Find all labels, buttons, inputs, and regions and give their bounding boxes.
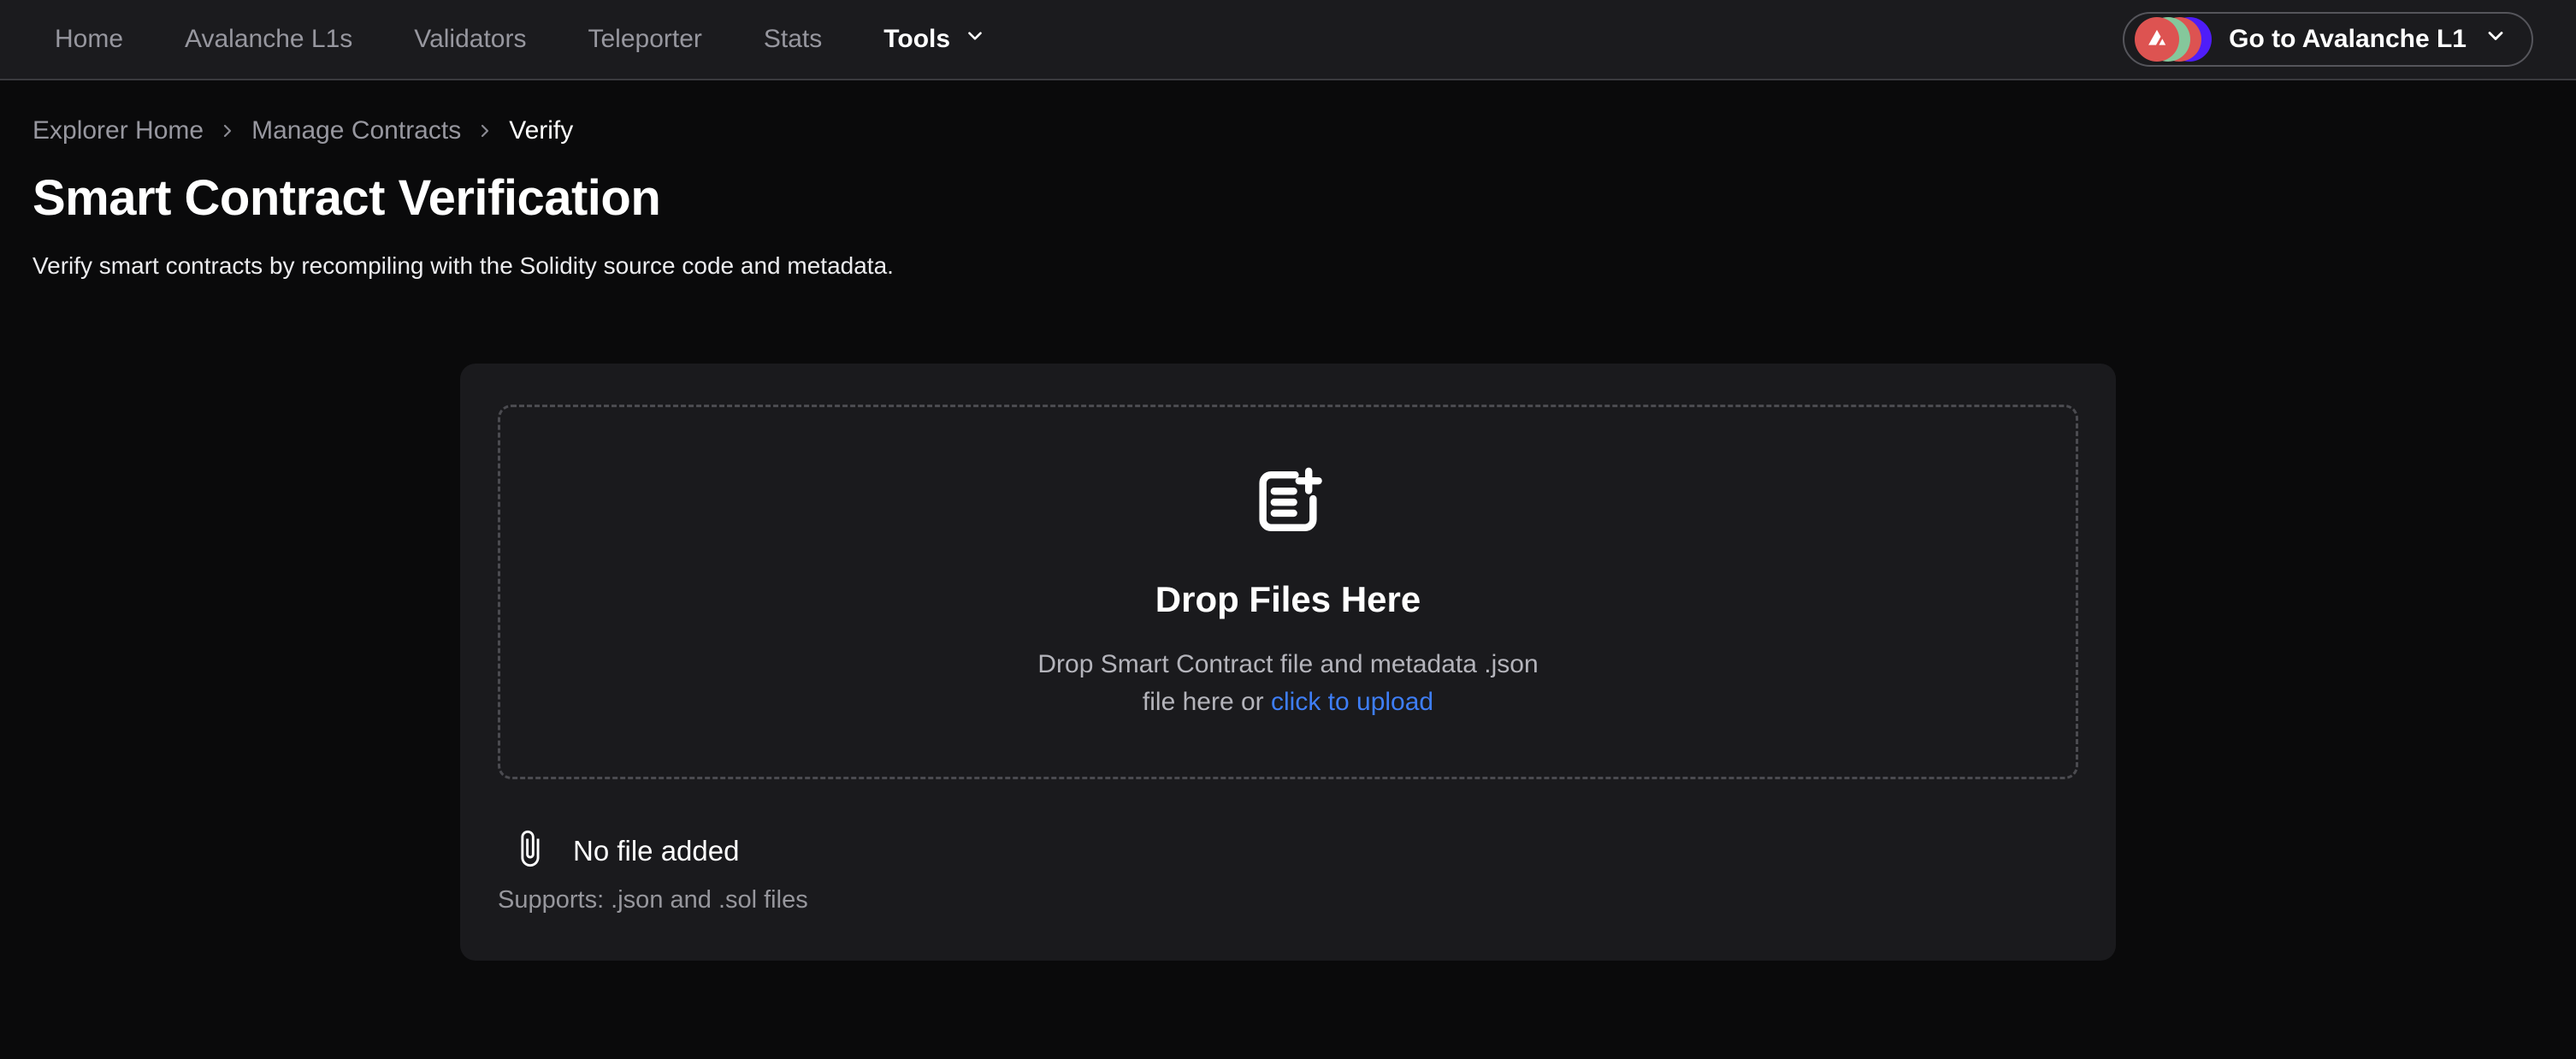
upload-card: Drop Files Here Drop Smart Contract file…: [460, 364, 2116, 961]
nav-item-home[interactable]: Home: [55, 25, 123, 54]
breadcrumb-verify: Verify: [509, 116, 573, 145]
go-to-avalanche-l1-button[interactable]: Go to Avalanche L1: [2123, 12, 2533, 67]
breadcrumb: Explorer Home Manage Contracts Verify: [32, 116, 2576, 145]
nav-item-teleporter[interactable]: Teleporter: [588, 25, 701, 54]
breadcrumb-explorer-home[interactable]: Explorer Home: [32, 116, 204, 145]
file-status-label: No file added: [573, 835, 739, 867]
dropzone-desc-line2: file here or: [1143, 688, 1271, 716]
supported-formats-text: Supports: .json and .sol files: [498, 886, 2078, 914]
chevron-down-icon: [2484, 24, 2508, 55]
chevron-right-icon: [217, 121, 238, 141]
dropzone-heading: Drop Files Here: [1155, 579, 1421, 620]
nav-links: Home Avalanche L1s Validators Teleporter…: [55, 25, 986, 54]
file-plus-icon: [1250, 464, 1326, 543]
chevron-down-icon: [964, 25, 986, 54]
nav-item-avalanche-l1s[interactable]: Avalanche L1s: [185, 25, 352, 54]
chevron-right-icon: [475, 121, 495, 141]
file-dropzone[interactable]: Drop Files Here Drop Smart Contract file…: [498, 405, 2078, 779]
nav-item-stats[interactable]: Stats: [764, 25, 822, 54]
avalanche-logo-icon: [2135, 17, 2179, 62]
avalanche-logo-stack: [2135, 17, 2212, 62]
page-subtitle: Verify smart contracts by recompiling wi…: [32, 252, 2576, 280]
paperclip-icon: [510, 829, 549, 873]
dropzone-desc-line1: Drop Smart Contract file and metadata .j…: [1037, 650, 1538, 678]
page-title: Smart Contract Verification: [32, 169, 2576, 227]
main-content: Explorer Home Manage Contracts Verify Sm…: [0, 116, 2576, 961]
click-to-upload-link[interactable]: click to upload: [1271, 688, 1433, 716]
dropzone-description: Drop Smart Contract file and metadata .j…: [1037, 646, 1538, 721]
go-button-label: Go to Avalanche L1: [2229, 25, 2467, 54]
file-status-row: No file added: [510, 829, 2078, 873]
nav-item-validators[interactable]: Validators: [414, 25, 526, 54]
nav-item-tools[interactable]: Tools: [883, 25, 986, 54]
breadcrumb-manage-contracts[interactable]: Manage Contracts: [251, 116, 461, 145]
top-nav: Home Avalanche L1s Validators Teleporter…: [0, 0, 2576, 80]
nav-tools-label: Tools: [883, 25, 950, 54]
